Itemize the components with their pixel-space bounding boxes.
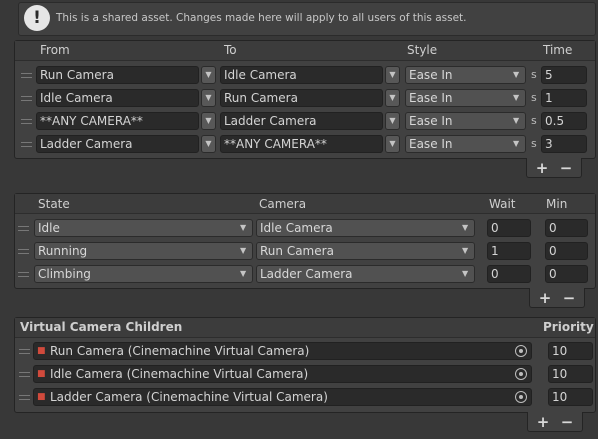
child-camera-object-field[interactable]: ■ Ladder Camera (Cinemachine Virtual Cam… — [33, 388, 532, 406]
target-icon[interactable] — [515, 368, 527, 380]
chevron-down-icon: ▼ — [513, 70, 520, 79]
blend-from-field[interactable]: Idle Camera — [36, 89, 199, 107]
blend-from-field[interactable]: Run Camera — [36, 66, 199, 84]
remove-child-button[interactable]: − — [560, 415, 574, 430]
camera-icon: ■ — [37, 346, 46, 356]
blend-to-field[interactable]: Idle Camera — [220, 66, 383, 84]
chevron-down-icon[interactable]: ▼ — [385, 89, 400, 107]
blend-to-field[interactable]: **ANY CAMERA** — [220, 135, 383, 153]
drag-handle-icon[interactable] — [21, 118, 33, 125]
chevron-down-icon[interactable]: ▼ — [385, 112, 400, 130]
time-column-header: Time — [543, 43, 573, 57]
chevron-down-icon: ▼ — [513, 116, 520, 125]
wait-field[interactable]: 0 — [487, 265, 531, 283]
chevron-down-icon: ▼ — [240, 223, 247, 232]
chevron-down-icon: ▼ — [513, 93, 520, 102]
blend-style-dropdown[interactable]: Ease In — [405, 112, 526, 130]
blend-to-field[interactable]: Run Camera — [220, 89, 383, 107]
chevron-down-icon[interactable]: ▼ — [201, 66, 216, 84]
blend-time-field[interactable]: 0.5 — [541, 112, 587, 130]
priority-field[interactable]: 10 — [548, 365, 593, 383]
seconds-unit-label: s — [531, 91, 537, 104]
wait-field[interactable]: 1 — [487, 242, 531, 260]
drag-handle-icon[interactable] — [21, 72, 33, 79]
min-field[interactable]: 0 — [545, 265, 588, 283]
chevron-down-icon[interactable]: ▼ — [201, 89, 216, 107]
drag-handle-icon[interactable] — [18, 248, 30, 255]
chevron-down-icon[interactable]: ▼ — [385, 135, 400, 153]
children-title: Virtual Camera Children — [20, 320, 183, 334]
min-field[interactable]: 0 — [545, 219, 588, 237]
blends-header — [15, 41, 595, 61]
min-column-header: Min — [546, 197, 568, 211]
priority-field[interactable]: 10 — [548, 342, 593, 360]
priority-column-header: Priority — [543, 320, 594, 334]
camera-column-header: Camera — [259, 197, 307, 211]
from-column-header: From — [40, 43, 70, 57]
camera-dropdown[interactable]: Ladder Camera — [256, 265, 475, 283]
chevron-down-icon: ▼ — [462, 223, 469, 232]
to-column-header: To — [224, 43, 237, 57]
state-column-header: State — [38, 197, 70, 211]
blend-time-field[interactable]: 5 — [541, 66, 587, 84]
camera-icon: ■ — [37, 392, 46, 402]
wait-field[interactable]: 0 — [487, 219, 531, 237]
child-camera-object-field[interactable]: ■ Idle Camera (Cinemachine Virtual Camer… — [33, 365, 532, 383]
camera-dropdown[interactable]: Run Camera — [256, 242, 475, 260]
blend-to-field[interactable]: Ladder Camera — [220, 112, 383, 130]
target-icon[interactable] — [515, 391, 527, 403]
drag-handle-icon[interactable] — [19, 394, 31, 401]
min-field[interactable]: 0 — [545, 242, 588, 260]
state-dropdown[interactable]: Climbing — [34, 265, 253, 283]
wait-column-header: Wait — [489, 197, 516, 211]
drag-handle-icon[interactable] — [18, 225, 30, 232]
blend-style-dropdown[interactable]: Ease In — [405, 66, 526, 84]
camera-dropdown[interactable]: Idle Camera — [256, 219, 475, 237]
chevron-down-icon: ▼ — [513, 139, 520, 148]
state-dropdown[interactable]: Running — [34, 242, 253, 260]
add-child-button[interactable]: + — [536, 415, 550, 430]
chevron-down-icon[interactable]: ▼ — [201, 135, 216, 153]
priority-field[interactable]: 10 — [548, 388, 593, 406]
chevron-down-icon[interactable]: ▼ — [201, 112, 216, 130]
chevron-down-icon: ▼ — [462, 269, 469, 278]
seconds-unit-label: s — [531, 137, 537, 150]
chevron-down-icon: ▼ — [240, 246, 247, 255]
camera-icon: ■ — [37, 369, 46, 379]
remove-state-button[interactable]: − — [562, 291, 576, 306]
style-column-header: Style — [407, 43, 438, 57]
child-camera-name: Ladder Camera (Cinemachine Virtual Camer… — [50, 390, 328, 404]
help-text: This is a shared asset. Changes made her… — [56, 12, 467, 24]
child-camera-name: Idle Camera (Cinemachine Virtual Camera) — [50, 367, 309, 381]
drag-handle-icon[interactable] — [18, 271, 30, 278]
add-blend-button[interactable]: + — [535, 161, 549, 176]
chevron-down-icon: ▼ — [240, 269, 247, 278]
blend-style-dropdown[interactable]: Ease In — [405, 89, 526, 107]
blend-style-dropdown[interactable]: Ease In — [405, 135, 526, 153]
add-state-button[interactable]: + — [538, 291, 552, 306]
remove-blend-button[interactable]: − — [559, 161, 573, 176]
info-icon: ! — [24, 5, 50, 31]
chevron-down-icon[interactable]: ▼ — [385, 66, 400, 84]
drag-handle-icon[interactable] — [19, 348, 31, 355]
seconds-unit-label: s — [531, 68, 537, 81]
state-dropdown[interactable]: Idle — [34, 219, 253, 237]
target-icon[interactable] — [515, 345, 527, 357]
drag-handle-icon[interactable] — [19, 371, 31, 378]
drag-handle-icon[interactable] — [21, 141, 33, 148]
child-camera-name: Run Camera (Cinemachine Virtual Camera) — [50, 344, 310, 358]
blend-time-field[interactable]: 3 — [541, 135, 587, 153]
chevron-down-icon: ▼ — [462, 246, 469, 255]
seconds-unit-label: s — [531, 114, 537, 127]
blend-time-field[interactable]: 1 — [541, 89, 587, 107]
child-camera-object-field[interactable]: ■ Run Camera (Cinemachine Virtual Camera… — [33, 342, 532, 360]
blend-from-field[interactable]: Ladder Camera — [36, 135, 199, 153]
blend-from-field[interactable]: **ANY CAMERA** — [36, 112, 199, 130]
drag-handle-icon[interactable] — [21, 95, 33, 102]
